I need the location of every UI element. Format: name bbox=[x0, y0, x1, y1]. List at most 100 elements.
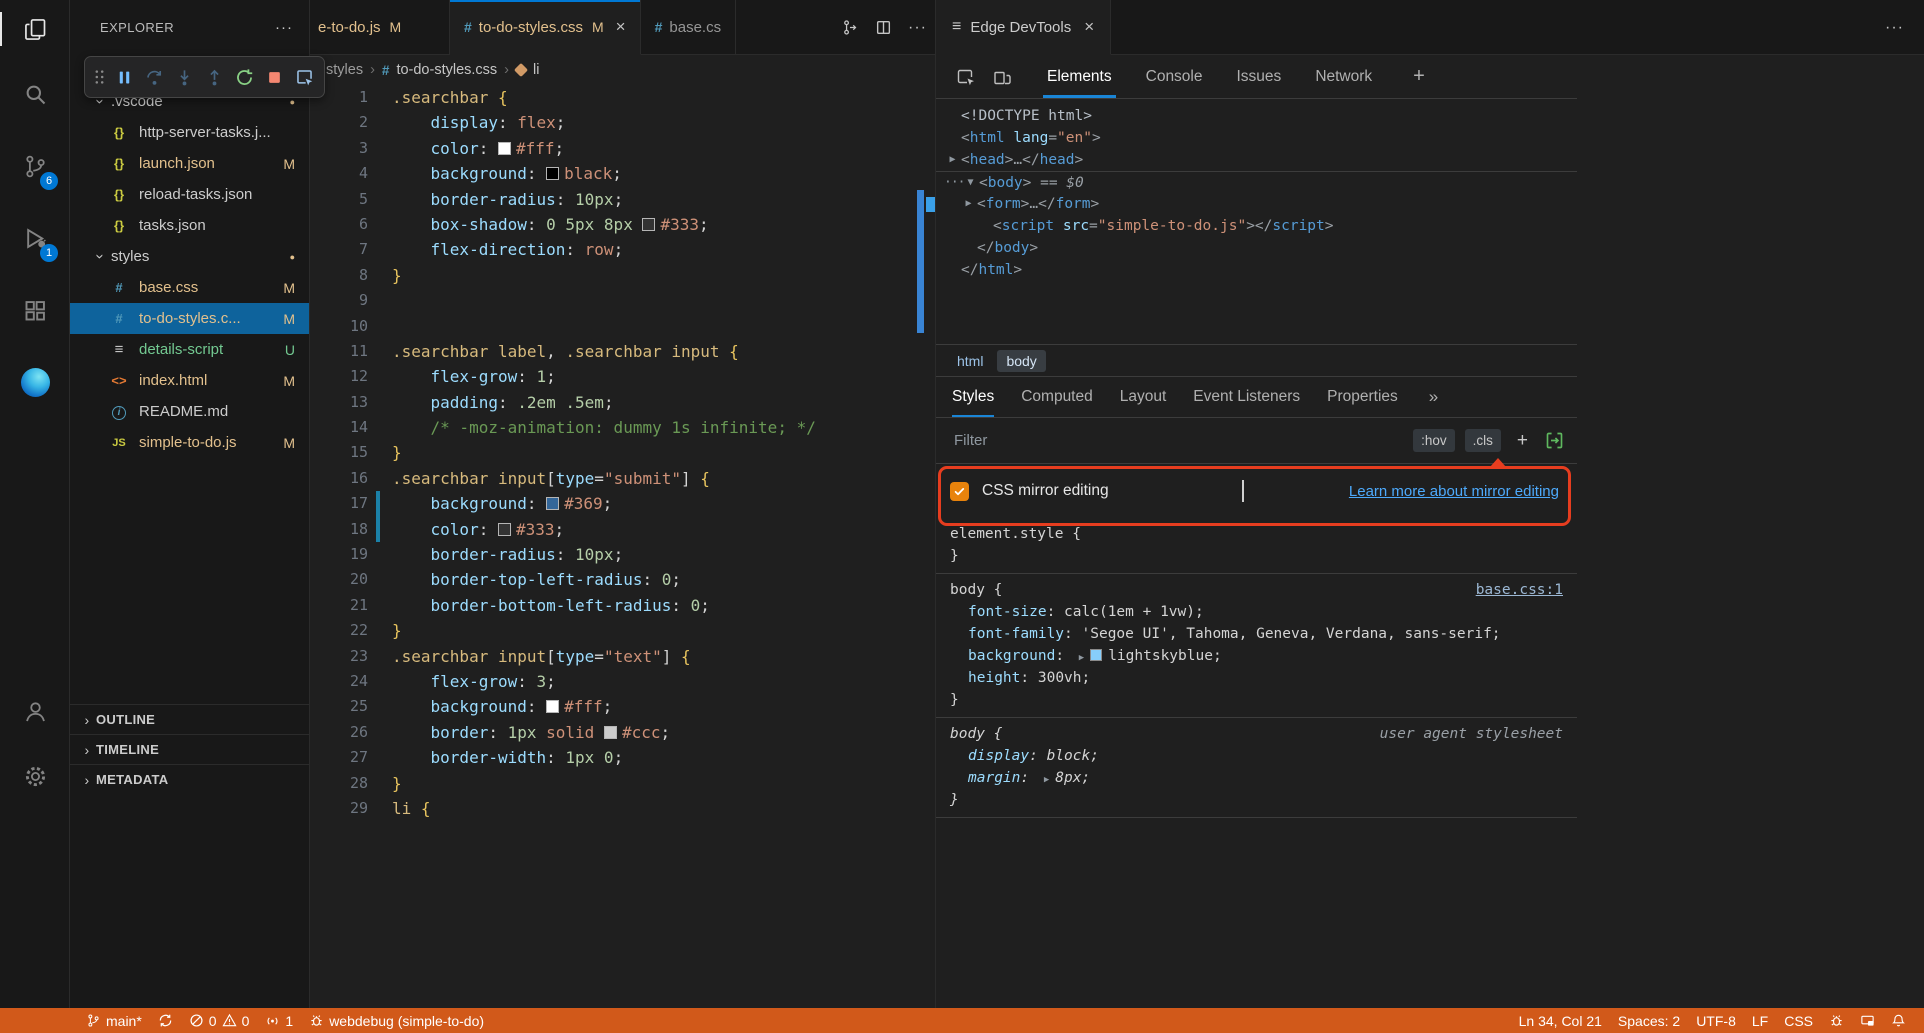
code-line[interactable]: 4 background: black; bbox=[310, 161, 935, 186]
code-line[interactable]: 22} bbox=[310, 618, 935, 643]
css-declaration[interactable]: margin: ▶ 8px; bbox=[936, 767, 1577, 789]
close-icon[interactable]: × bbox=[616, 17, 626, 37]
sidebar-section-metadata[interactable]: › METADATA bbox=[70, 764, 309, 794]
activity-search[interactable] bbox=[0, 58, 70, 130]
status-indentation[interactable]: Spaces: 2 bbox=[1610, 1008, 1688, 1033]
chevron-right-icon[interactable]: ▶ bbox=[960, 193, 977, 215]
status-cursor-position[interactable]: Ln 34, Col 21 bbox=[1511, 1008, 1610, 1033]
file-row[interactable]: i README.md bbox=[70, 396, 309, 427]
devtools-tab-issues[interactable]: Issues bbox=[1233, 55, 1286, 98]
dom-node[interactable]: < script src = "simple-to-do.js" > </script > bbox=[936, 215, 1577, 237]
status-sync[interactable] bbox=[150, 1008, 181, 1033]
code-editor[interactable]: 1 .searchbar {2 display: flex; 3 color: #f… bbox=[310, 85, 935, 1008]
code-line[interactable]: 3 color: #fff; bbox=[310, 136, 935, 161]
overflow-chevron-icon[interactable]: » bbox=[1429, 387, 1438, 407]
devtools-tab-console[interactable]: Console bbox=[1142, 55, 1207, 98]
mirror-learn-more-link[interactable]: Learn more about mirror editing bbox=[1349, 483, 1563, 500]
file-row[interactable]: {} launch.json M bbox=[70, 148, 309, 179]
code-line[interactable]: 19 border-radius: 10px; bbox=[310, 542, 935, 567]
chevron-down-icon[interactable]: ▼ bbox=[962, 172, 979, 193]
status-ports[interactable]: 1 bbox=[257, 1008, 301, 1033]
step-into-button[interactable] bbox=[170, 60, 198, 94]
styles-tab-computed[interactable]: Computed bbox=[1021, 377, 1093, 417]
css-declaration[interactable]: height: 300vh; bbox=[936, 667, 1577, 689]
file-row[interactable]: # to-do-styles.c... M bbox=[70, 303, 309, 334]
styles-tab-event-listeners[interactable]: Event Listeners bbox=[1193, 377, 1300, 417]
status-notifications[interactable] bbox=[1883, 1008, 1914, 1033]
code-line[interactable]: 6 box-shadow: 0 5px 8px #333; bbox=[310, 212, 935, 237]
css-mirror-checkbox[interactable] bbox=[950, 481, 969, 501]
step-out-button[interactable] bbox=[200, 60, 228, 94]
code-line[interactable]: 25 background: #fff; bbox=[310, 694, 935, 719]
code-line[interactable]: 20 border-top-left-radius: 0; bbox=[310, 567, 935, 592]
code-line[interactable]: 21 border-bottom-left-radius: 0; bbox=[310, 593, 935, 618]
add-tab-button[interactable]: + bbox=[1413, 65, 1425, 88]
styles-tab-properties[interactable]: Properties bbox=[1327, 377, 1398, 417]
dom-crumb-body[interactable]: body bbox=[997, 349, 1046, 372]
code-line[interactable]: 26 border: 1px solid #ccc; bbox=[310, 720, 935, 745]
device-emulation-icon[interactable] bbox=[984, 67, 1020, 87]
filter-input[interactable]: Filter bbox=[954, 432, 987, 449]
code-line[interactable]: 23 .searchbar input[type="text"] { bbox=[310, 644, 935, 669]
styles-tab-styles[interactable]: Styles bbox=[952, 377, 995, 417]
activity-source-control[interactable]: 6 bbox=[0, 130, 70, 202]
pause-button[interactable] bbox=[110, 60, 138, 94]
activity-settings[interactable] bbox=[0, 740, 70, 812]
devtools-tab-elements[interactable]: Elements bbox=[1043, 55, 1116, 98]
expand-icon[interactable]: ▶ bbox=[1079, 653, 1084, 663]
dom-node[interactable]: ▶ < form >… </form > bbox=[936, 193, 1577, 215]
open-in-sources-icon[interactable] bbox=[1544, 430, 1565, 451]
dom-node[interactable]: <!DOCTYPE html> bbox=[936, 105, 1577, 127]
explorer-more-icon[interactable]: ··· bbox=[275, 19, 293, 36]
code-line[interactable]: 7 flex-direction: row; bbox=[310, 237, 935, 262]
breadcrumb-item[interactable]: li bbox=[533, 62, 539, 78]
color-swatch[interactable] bbox=[546, 497, 560, 511]
code-line[interactable]: 24 flex-grow: 3; bbox=[310, 669, 935, 694]
status-git-branch[interactable]: main* bbox=[78, 1008, 150, 1033]
status-eol[interactable]: LF bbox=[1744, 1008, 1776, 1033]
color-swatch[interactable] bbox=[642, 217, 656, 231]
color-swatch[interactable] bbox=[546, 167, 560, 181]
code-line[interactable]: 18 color: #333; bbox=[310, 516, 935, 543]
activity-explorer[interactable] bbox=[0, 0, 70, 58]
dom-node[interactable]: ▶ < head >… </head > bbox=[936, 149, 1577, 171]
dom-node[interactable]: ··· ▼ < body > == $0 bbox=[936, 171, 1577, 193]
chevron-right-icon[interactable]: ▶ bbox=[944, 149, 961, 171]
styles-tab-layout[interactable]: Layout bbox=[1120, 377, 1167, 417]
new-style-rule-button[interactable]: + bbox=[1517, 430, 1528, 452]
code-line[interactable]: 13 padding: .2em .5em; bbox=[310, 390, 935, 415]
devtools-tab-network[interactable]: Network bbox=[1311, 55, 1376, 98]
open-changes-icon[interactable] bbox=[842, 19, 859, 36]
sidebar-section-timeline[interactable]: › TIMELINE bbox=[70, 734, 309, 764]
file-row[interactable]: ≡ details-script U bbox=[70, 334, 309, 365]
code-line[interactable]: 8} bbox=[310, 263, 935, 288]
restart-button[interactable] bbox=[230, 60, 258, 94]
status-debug-status[interactable] bbox=[1821, 1008, 1852, 1033]
file-row[interactable]: JS simple-to-do.js M bbox=[70, 427, 309, 458]
split-editor-icon[interactable] bbox=[875, 19, 892, 36]
file-row[interactable]: # base.css M bbox=[70, 272, 309, 303]
color-swatch[interactable] bbox=[497, 141, 511, 155]
activity-extensions[interactable] bbox=[0, 274, 70, 346]
stylesheet-link[interactable]: base.css:1 bbox=[1476, 579, 1563, 601]
activity-edge-devtools[interactable] bbox=[0, 346, 70, 418]
file-row[interactable]: <> index.html M bbox=[70, 365, 309, 396]
color-swatch[interactable] bbox=[546, 700, 560, 714]
file-row[interactable]: {} reload-tasks.json bbox=[70, 179, 309, 210]
dom-node[interactable]: </body > bbox=[936, 237, 1577, 259]
dom-node[interactable]: < html lang = "en" > bbox=[936, 127, 1577, 149]
code-line[interactable]: 12 flex-grow: 1; bbox=[310, 364, 935, 389]
editor-tab[interactable]: e-to-do.js M bbox=[310, 0, 450, 54]
inspect-button[interactable] bbox=[290, 60, 318, 94]
code-line[interactable]: 15} bbox=[310, 440, 935, 465]
code-line[interactable]: 16 .searchbar input[type="submit"] { bbox=[310, 466, 935, 491]
expand-icon[interactable]: ▶ bbox=[1044, 775, 1049, 785]
pseudo-state-button[interactable]: .cls bbox=[1464, 429, 1501, 452]
devtools-tab[interactable]: ≡ Edge DevTools × bbox=[936, 0, 1112, 55]
more-actions-icon[interactable]: ··· bbox=[908, 19, 927, 37]
status-encoding[interactable]: UTF-8 bbox=[1688, 1008, 1744, 1033]
inspect-element-icon[interactable] bbox=[948, 67, 984, 87]
code-line[interactable]: 11 .searchbar label, .searchbar input { bbox=[310, 339, 935, 364]
more-icon[interactable]: ··· bbox=[944, 172, 965, 193]
status-screencast[interactable] bbox=[1852, 1008, 1883, 1033]
